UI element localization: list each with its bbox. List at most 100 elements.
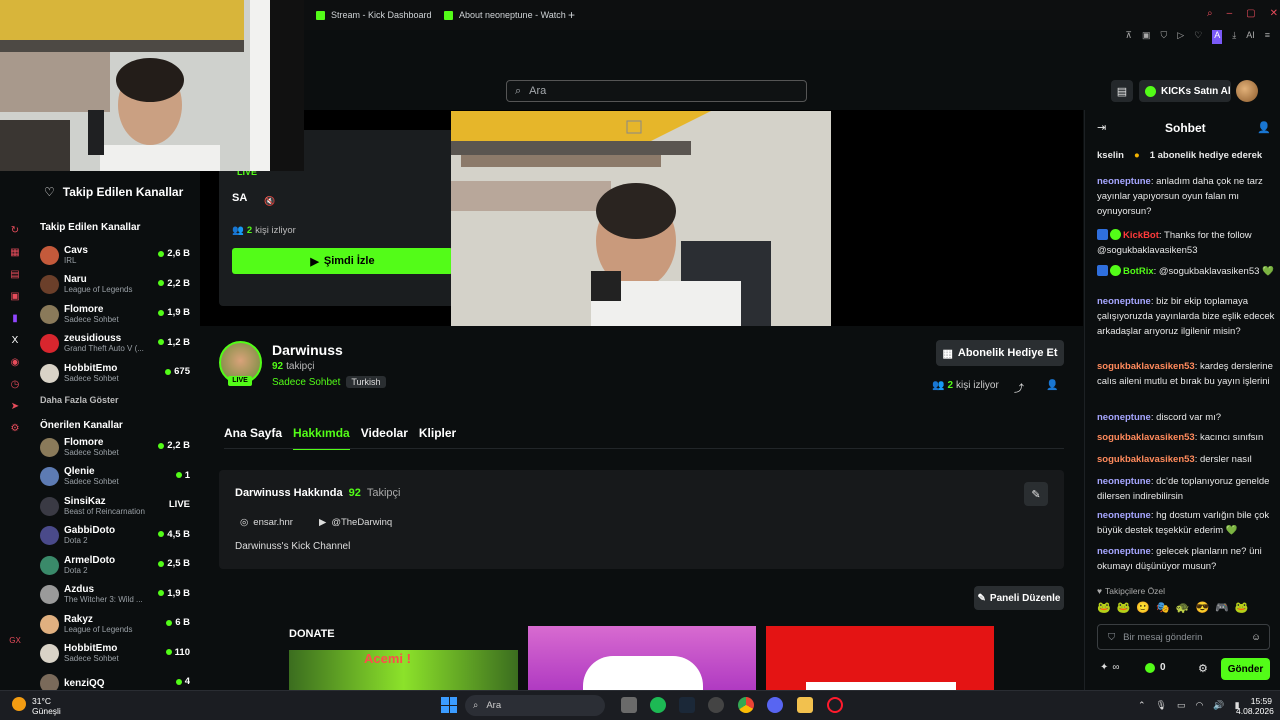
show-more-link[interactable]: Daha Fazla Göster bbox=[40, 395, 119, 405]
twitch-icon[interactable]: ▮ bbox=[8, 312, 22, 326]
chat-username[interactable]: neoneptune bbox=[1097, 412, 1151, 423]
gx-icon[interactable]: GX bbox=[8, 634, 22, 648]
emote-icon[interactable]: 😎 bbox=[1196, 601, 1210, 617]
sidebar-channel-item[interactable]: Qlenie Sadece Sohbet 1 bbox=[40, 464, 190, 490]
sidebar-channel-item[interactable]: HobbitEmo Sadece Sohbet 110 bbox=[40, 641, 190, 667]
opera-gx-icon[interactable] bbox=[827, 697, 843, 713]
tab-about[interactable]: Hakkımda bbox=[293, 426, 350, 450]
clock[interactable]: 15:59 4.08.2026 bbox=[1236, 696, 1274, 716]
kicks-icon[interactable]: ✦ bbox=[1100, 662, 1108, 673]
weather-icon[interactable] bbox=[12, 697, 26, 711]
emote-bar[interactable]: 🐸 🐸 🙂 🎭 🐢 😎 🎮 🐸 bbox=[1097, 601, 1277, 617]
kicks-balance[interactable]: 0 bbox=[1145, 662, 1166, 673]
panel-image-pink[interactable] bbox=[528, 626, 756, 690]
app-icon[interactable] bbox=[708, 697, 724, 713]
chevron-up-icon[interactable]: ⌃ bbox=[1138, 700, 1146, 711]
followed-header[interactable]: ♡ Takip Edilen Kanallar bbox=[44, 185, 183, 199]
download-icon[interactable]: ⤓ bbox=[1232, 30, 1236, 44]
share-icon[interactable]: ⤴ bbox=[1014, 380, 1024, 395]
tab-videos[interactable]: Videolar bbox=[361, 426, 408, 450]
emoji-icon[interactable]: ☺ bbox=[1251, 632, 1261, 643]
weather-widget[interactable]: 31°C Güneşli bbox=[32, 696, 61, 716]
file-explorer-icon[interactable] bbox=[797, 697, 813, 713]
record-icon[interactable]: ◉ bbox=[8, 356, 22, 370]
taskbar-search[interactable]: ⌕ Ara bbox=[465, 695, 605, 716]
chrome-icon[interactable] bbox=[738, 697, 754, 713]
spotify-icon[interactable] bbox=[650, 697, 666, 713]
user-avatar[interactable] bbox=[1236, 80, 1258, 102]
emote-icon[interactable]: 🐸 bbox=[1117, 601, 1131, 617]
extension-icon[interactable]: A bbox=[1212, 30, 1223, 44]
emote-icon[interactable]: 🐸 bbox=[1097, 601, 1111, 617]
new-tab-button[interactable]: + bbox=[568, 0, 575, 30]
emote-icon[interactable]: 🐢 bbox=[1176, 601, 1190, 617]
wifi-icon[interactable]: ◠ bbox=[1196, 700, 1204, 711]
chat-username[interactable]: BotRix bbox=[1123, 266, 1154, 277]
watch-now-button[interactable]: ▶ Şimdi İzle bbox=[232, 248, 453, 274]
youtube-link[interactable]: ▶ @TheDarwinq bbox=[319, 517, 392, 528]
video-player[interactable] bbox=[451, 111, 831, 326]
chat-users-icon[interactable]: 👤 bbox=[1257, 121, 1271, 134]
sidebar-channel-item[interactable]: SinsiKaz Beast of Reincarnation LIVE bbox=[40, 493, 190, 519]
shield-icon[interactable]: ⛉ bbox=[1160, 30, 1167, 44]
chat-icon[interactable]: ▤ bbox=[8, 268, 22, 282]
search-icon[interactable]: ⌕ bbox=[1207, 8, 1213, 20]
screenshot-icon[interactable]: ▣ bbox=[1142, 30, 1151, 44]
send-button[interactable]: Gönder bbox=[1221, 658, 1270, 680]
pin-icon[interactable]: ⊼ bbox=[1125, 30, 1132, 44]
chat-username[interactable]: neoneptune bbox=[1097, 176, 1151, 187]
chat-username[interactable]: neoneptune bbox=[1097, 546, 1151, 557]
steam-icon[interactable] bbox=[679, 697, 695, 713]
media-icon[interactable]: ▣ bbox=[8, 290, 22, 304]
start-icon[interactable] bbox=[441, 697, 457, 713]
category-link[interactable]: Sadece Sohbet bbox=[272, 377, 340, 388]
chat-username[interactable]: neoneptune bbox=[1097, 296, 1151, 307]
sidebar-channel-item[interactable]: Azdus The Witcher 3: Wild ... 1,9 B bbox=[40, 582, 190, 608]
maximize-icon[interactable]: ▢ bbox=[1246, 8, 1255, 20]
language-tag[interactable]: Turkish bbox=[346, 376, 386, 388]
emote-icon[interactable]: 🎮 bbox=[1215, 601, 1229, 617]
chat-username[interactable]: sogukbaklavasiken53 bbox=[1097, 361, 1195, 372]
sidebar-channel-item[interactable]: HobbitEmo Sadece Sohbet 675 bbox=[40, 360, 190, 386]
mic-icon[interactable]: 🎙 bbox=[1156, 700, 1167, 711]
task-view-icon[interactable] bbox=[621, 697, 637, 713]
sidebar-channel-item[interactable]: Flomore Sadece Sohbet 2,2 B bbox=[40, 434, 190, 460]
bag-icon[interactable]: ▦ bbox=[8, 246, 22, 260]
layout-toggle-button[interactable]: ▤ bbox=[1111, 80, 1133, 102]
send-icon[interactable]: ➤ bbox=[8, 400, 22, 414]
chat-username[interactable]: neoneptune bbox=[1097, 510, 1151, 521]
sidebar-channel-item[interactable]: Naru League of Legends 2,2 B bbox=[40, 272, 190, 298]
panel-image-red[interactable] bbox=[766, 626, 994, 690]
chat-username[interactable]: sogukbaklavasiken53 bbox=[1097, 432, 1195, 443]
close-icon[interactable]: ✕ bbox=[1270, 8, 1278, 20]
clock-icon[interactable]: ◷ bbox=[8, 378, 22, 392]
donate-panel-image[interactable]: Acemi ! bbox=[289, 650, 518, 690]
sidebar-channel-item[interactable]: Flomore Sadece Sohbet 1,9 B bbox=[40, 301, 190, 327]
tab-home[interactable]: Ana Sayfa bbox=[224, 426, 282, 450]
browser-tab-about[interactable]: About neoneptune - Watch bbox=[444, 0, 566, 30]
add-user-icon[interactable]: 👤 bbox=[1046, 380, 1058, 391]
edit-about-button[interactable]: ✎ bbox=[1024, 482, 1048, 506]
emote-icon[interactable]: 🎭 bbox=[1156, 601, 1170, 617]
heart-icon[interactable]: ♡ bbox=[1194, 30, 1202, 44]
collapse-chat-icon[interactable]: ⇥ bbox=[1097, 121, 1106, 134]
edit-panels-button[interactable]: ✎ Paneli Düzenle bbox=[974, 586, 1064, 610]
search-bar[interactable]: ⌕ Ara bbox=[506, 80, 807, 102]
gift-subscription-button[interactable]: ▦ Abonelik Hediye Et bbox=[936, 340, 1064, 366]
display-icon[interactable]: ▭ bbox=[1177, 700, 1186, 711]
ai-icon[interactable]: AI bbox=[1246, 30, 1255, 44]
sidebar-channel-item[interactable]: GabbiDoto Dota 2 4,5 B bbox=[40, 523, 190, 549]
sidebar-channel-item[interactable]: ArmelDoto Dota 2 2,5 B bbox=[40, 552, 190, 578]
sidebar-channel-item[interactable]: zeusidiouss Grand Theft Auto V (... 1,2 B bbox=[40, 331, 190, 357]
settings-icon[interactable]: ⚙ bbox=[8, 422, 22, 436]
refresh-icon[interactable]: ↻ bbox=[8, 224, 22, 238]
chat-username[interactable]: KickBot bbox=[1123, 230, 1159, 241]
minimize-icon[interactable]: – bbox=[1227, 8, 1233, 20]
buy-kicks-button[interactable]: KICKs Satın Al bbox=[1139, 80, 1231, 102]
emote-icon[interactable]: 🐸 bbox=[1235, 601, 1249, 617]
chat-username[interactable]: neoneptune bbox=[1097, 476, 1151, 487]
sidebar-channel-item[interactable]: Cavs IRL 2,6 B bbox=[40, 242, 190, 268]
discord-icon[interactable] bbox=[767, 697, 783, 713]
emote-icon[interactable]: 🙂 bbox=[1136, 601, 1150, 617]
infinity-icon[interactable]: ∞ bbox=[1112, 662, 1119, 673]
